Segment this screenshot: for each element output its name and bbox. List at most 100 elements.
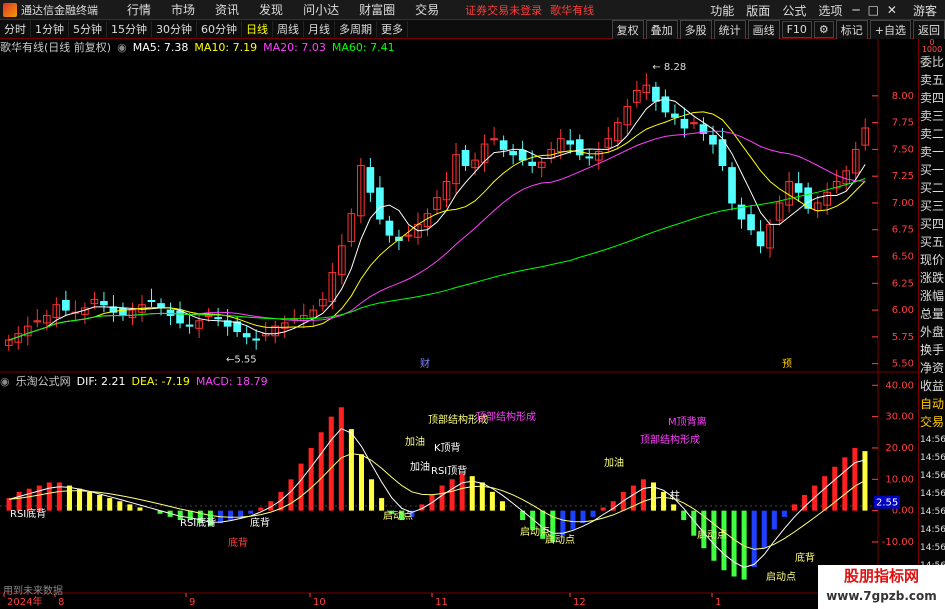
candle-down: [252, 338, 261, 341]
price-tick-label: 7.50: [892, 144, 914, 155]
menu-options[interactable]: 选项: [812, 2, 848, 19]
menu-wealth[interactable]: 财富圈: [349, 1, 405, 18]
adjust-button[interactable]: 复权: [611, 19, 644, 40]
period-15min[interactable]: 15分钟: [107, 21, 152, 37]
period-monthly[interactable]: 月线: [304, 21, 335, 37]
x-tick-label: 8: [58, 597, 64, 608]
sidebar-item[interactable]: 现价: [919, 251, 945, 269]
watermark-title: 股朋指标网: [843, 567, 919, 585]
sidebar-item[interactable]: 换手: [919, 341, 945, 359]
candle-down: [385, 220, 394, 236]
ma10-label: MA10: 7.19: [194, 40, 258, 54]
overlay-button[interactable]: 叠加: [645, 19, 678, 40]
add-watchlist-button[interactable]: +自选: [869, 19, 911, 40]
sidebar-item[interactable]: 卖三: [919, 107, 945, 125]
candle-down: [166, 309, 175, 316]
current-value-text: 2.55: [876, 498, 898, 509]
back-button[interactable]: 返回: [913, 19, 945, 40]
menu-discover[interactable]: 发现: [249, 1, 293, 18]
sidebar-trade[interactable]: 交易: [919, 413, 945, 431]
sidebar-item[interactable]: 买四: [919, 215, 945, 233]
sidebar-item[interactable]: 卖一: [919, 143, 945, 161]
price-tick-label: 6.75: [892, 225, 914, 236]
sidebar-item[interactable]: 买三: [919, 197, 945, 215]
period-multi[interactable]: 多周期: [335, 21, 377, 37]
period-weekly[interactable]: 周线: [273, 21, 304, 37]
indicator-annotation: 柱: [670, 489, 680, 502]
event-marker: 财: [420, 357, 430, 370]
indicator-dot-icon[interactable]: ◉: [0, 375, 10, 388]
sidebar-header: 0 1000: [921, 38, 943, 54]
draw-button[interactable]: 画线: [747, 19, 780, 40]
guest-label[interactable]: 游客: [913, 2, 937, 19]
event-marker-forecast: 预: [782, 358, 792, 370]
candle-down: [518, 149, 527, 161]
candle-down: [566, 140, 575, 145]
sidebar-item[interactable]: 收益: [919, 377, 945, 395]
period-daily[interactable]: 日线: [242, 21, 273, 37]
indicator-annotation: 底背: [228, 536, 248, 549]
settings-dot-icon[interactable]: ◉: [117, 41, 127, 54]
sidebar-item[interactable]: 净资: [919, 359, 945, 377]
menu-news[interactable]: 资讯: [205, 1, 249, 18]
sidebar-item[interactable]: 涨跌: [919, 269, 945, 287]
stats-button[interactable]: 统计: [713, 19, 746, 40]
chart-canvas[interactable]: ← 8.28←5.55 财预 RSI底背RSI底背底背底背加油加油加油K顶背RSI…: [0, 39, 918, 609]
period-more[interactable]: 更多: [377, 21, 408, 37]
f10-button[interactable]: F10: [781, 21, 812, 38]
sidebar-item[interactable]: 买二: [919, 179, 945, 197]
sidebar-item[interactable]: 卖四: [919, 89, 945, 107]
sidebar-time: 14:56: [920, 435, 945, 445]
indicator-annotation: 加油: [405, 435, 425, 448]
mark-button[interactable]: 标记: [835, 19, 868, 40]
period-5min[interactable]: 5分钟: [69, 21, 107, 37]
multi-stock-button[interactable]: 多股: [679, 19, 712, 40]
ind-tick-label: 20.00: [885, 443, 914, 454]
maximize-icon[interactable]: □: [864, 3, 883, 17]
sidebar-item[interactable]: 卖五: [919, 71, 945, 89]
period-1min[interactable]: 1分钟: [31, 21, 69, 37]
candle-down: [376, 187, 384, 220]
menu-market[interactable]: 行情: [117, 1, 161, 18]
ind-tick-label: 30.00: [885, 412, 914, 423]
indicator-annotation: M顶背离: [668, 415, 707, 428]
candle-down: [528, 161, 536, 166]
sidebar-item[interactable]: 卖二: [919, 125, 945, 143]
close-icon[interactable]: ✕: [883, 3, 901, 17]
price-tick-label: 6.50: [892, 252, 914, 263]
price-tick-label: 8.00: [892, 91, 914, 102]
sidebar-time: 14:56: [920, 453, 945, 463]
sidebar-time: 14:56: [920, 525, 945, 535]
ma60-label: MA60: 7.41: [331, 40, 395, 54]
login-status[interactable]: 证券交易未登录: [465, 2, 542, 18]
menu-formula[interactable]: 公式: [776, 2, 812, 19]
sidebar-auto[interactable]: 自动: [919, 395, 945, 413]
period-30min[interactable]: 30分钟: [152, 21, 197, 37]
menu-ask[interactable]: 问小达: [293, 1, 349, 18]
sidebar-item[interactable]: 总量: [919, 305, 945, 323]
period-60min[interactable]: 60分钟: [197, 21, 242, 37]
minimize-icon[interactable]: ─: [848, 3, 863, 17]
x-tick-label: 11: [435, 597, 448, 608]
price-tick-label: 7.75: [892, 118, 914, 129]
candle-down: [366, 167, 375, 193]
sidebar-item[interactable]: 外盘: [919, 323, 945, 341]
indicator-annotation: 顶部结构形成: [476, 410, 536, 423]
candle-down: [680, 118, 689, 129]
ma5-label: MA5: 7.38: [132, 40, 189, 54]
ind-tick-label: 40.00: [885, 380, 914, 391]
menu-layout[interactable]: 版面: [740, 2, 776, 19]
sidebar-item[interactable]: 涨幅: [919, 287, 945, 305]
sidebar-item[interactable]: 买一: [919, 161, 945, 179]
period-timeshare[interactable]: 分时: [0, 21, 31, 37]
candle-down: [100, 301, 108, 306]
candle-down: [461, 149, 470, 166]
candle-down: [652, 86, 660, 102]
sidebar-item[interactable]: 买五: [919, 233, 945, 251]
menu-trade[interactable]: 交易: [405, 1, 449, 18]
gear-icon[interactable]: ⚙: [813, 21, 834, 38]
menu-function[interactable]: 功能: [704, 2, 740, 19]
sidebar-item[interactable]: 委比: [919, 53, 945, 71]
candle-down: [214, 317, 222, 320]
menu-markets[interactable]: 市场: [161, 1, 205, 18]
